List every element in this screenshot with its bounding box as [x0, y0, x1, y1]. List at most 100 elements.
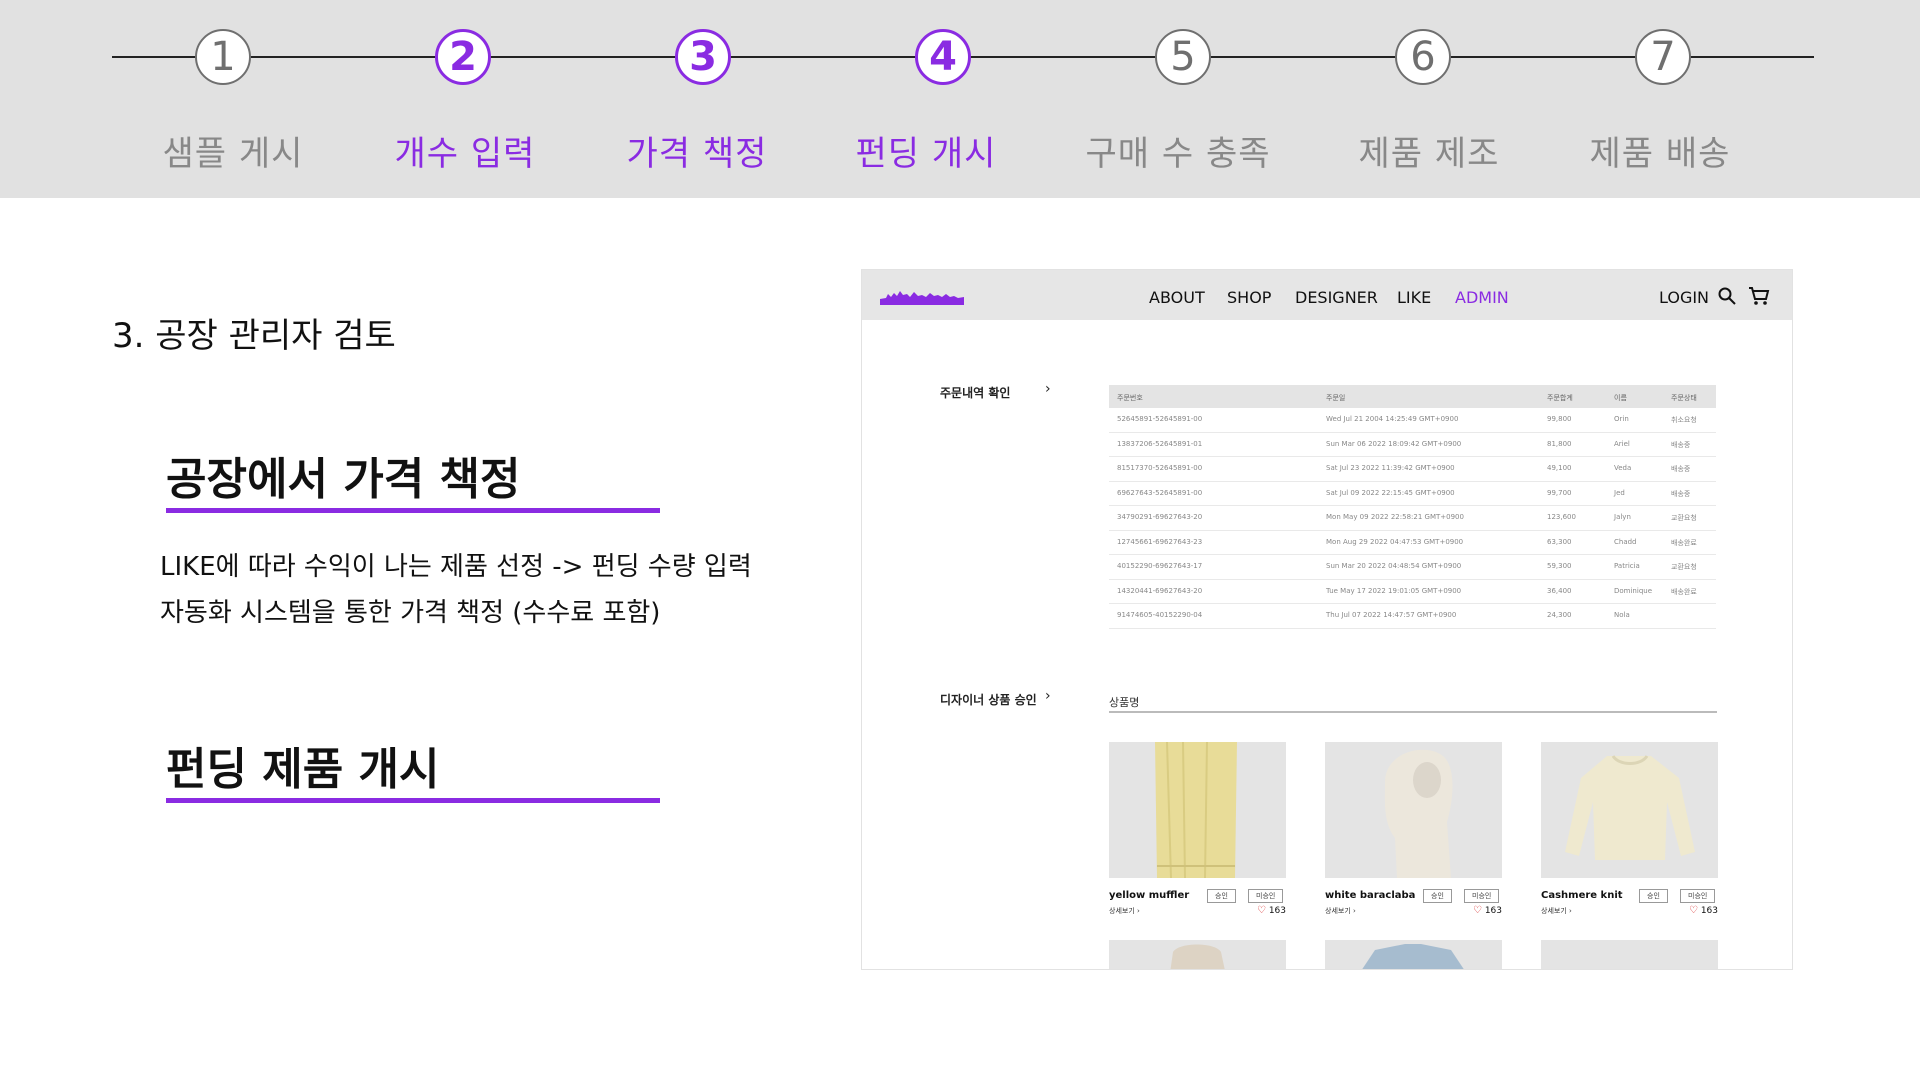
reject-button[interactable]: 미승인 — [1680, 889, 1716, 903]
orders-chevron-right-icon[interactable]: › — [1045, 381, 1051, 397]
order-total-cell: 123,600 — [1547, 513, 1576, 521]
step-3-label: 가격 책정 — [626, 134, 768, 174]
customer-name-cell: Patricia — [1614, 562, 1640, 570]
nav-shop[interactable]: SHOP — [1227, 288, 1271, 307]
table-row[interactable]: 12745661-69627643-23 Mon Aug 29 2022 04:4… — [1109, 531, 1716, 555]
customer-name-cell: Nola — [1614, 611, 1630, 619]
order-date-cell: Sun Mar 20 2022 04:48:54 GMT+0900 — [1326, 562, 1462, 570]
approve-button[interactable]: 승인 — [1639, 889, 1668, 903]
orders-section-label[interactable]: 주문내역 확인 — [940, 384, 1010, 401]
reject-button[interactable]: 미승인 — [1248, 889, 1284, 903]
orders-table: 주문번호 주문일 주문합계 이름 주문상태 52645891-52645891-… — [1109, 385, 1716, 629]
customer-name-cell: Jalyn — [1614, 513, 1631, 521]
product-card[interactable]: Cashmere knit 승인 미승인 상세보기 › ♡ 163 — [1541, 742, 1718, 916]
like-count-value: 163 — [1268, 906, 1286, 916]
product-card[interactable]: white baraclaba 승인 미승인 상세보기 › ♡ 163 — [1325, 742, 1502, 916]
order-status-cell: 교환요청 — [1671, 514, 1697, 522]
order-id-cell: 13837206-52645891-01 — [1117, 439, 1203, 448]
order-date-cell: Sat Jul 23 2022 11:39:42 GMT+0900 — [1326, 464, 1455, 472]
table-row[interactable]: 69627643-52645891-00 Sat Jul 09 2022 22:1… — [1109, 482, 1716, 506]
product-image-white-baraclaba[interactable] — [1325, 742, 1502, 878]
order-date-cell: Sat Jul 09 2022 22:15:45 GMT+0900 — [1326, 488, 1455, 497]
admin-page-mockup: ABOUT SHOP DESIGNER LIKE ADMIN LOGIN 주문내… — [861, 269, 1793, 970]
order-status-cell: 배송중 — [1671, 465, 1691, 473]
heart-icon[interactable]: ♡ — [1689, 905, 1698, 916]
order-id-cell: 12745661-69627643-23 — [1117, 537, 1203, 546]
step-6-circle: 6 — [1395, 29, 1451, 85]
details-link-label: 상세보기 — [1541, 907, 1567, 915]
step-5-circle: 5 — [1155, 29, 1211, 85]
product-image-partial[interactable] — [1109, 940, 1286, 969]
product-header-divider — [1109, 711, 1717, 713]
table-row[interactable]: 91474605-40152290-04 Thu Jul 07 2022 14:4… — [1109, 604, 1716, 629]
heart-icon[interactable]: ♡ — [1257, 905, 1266, 916]
like-count: ♡ 163 — [1689, 905, 1718, 916]
col-order-total: 주문합계 — [1547, 394, 1573, 402]
order-id-cell: 34790291-69627643-20 — [1117, 513, 1203, 521]
order-status-cell: 배송중 — [1671, 489, 1691, 498]
nav-login[interactable]: LOGIN — [1659, 288, 1709, 307]
table-row[interactable]: 14320441-69627643-20 Tue May 17 2022 19:0… — [1109, 580, 1716, 604]
order-total-cell: 63,300 — [1547, 537, 1572, 546]
col-customer-name: 이름 — [1614, 394, 1627, 402]
description-line-1: LIKE에 따라 수익이 나는 제품 선정 -> 펀딩 수량 입력 — [160, 552, 752, 582]
search-icon[interactable] — [1718, 287, 1736, 305]
table-row[interactable]: 13837206-52645891-01 Sun Mar 06 2022 18:0… — [1109, 433, 1716, 457]
product-image-cashmere-knit[interactable] — [1541, 742, 1718, 878]
product-name: white baraclaba — [1325, 890, 1416, 901]
table-row[interactable]: 40152290-69627643-17 Sun Mar 20 2022 04:4… — [1109, 555, 1716, 580]
heart-icon[interactable]: ♡ — [1473, 905, 1482, 916]
nav-admin[interactable]: ADMIN — [1455, 288, 1509, 307]
product-card[interactable]: yellow muffler 승인 미승인 상세보기 › ♡ 163 — [1109, 742, 1286, 916]
order-total-cell: 36,400 — [1547, 586, 1572, 595]
mockup-navbar: ABOUT SHOP DESIGNER LIKE ADMIN LOGIN — [862, 270, 1792, 320]
nav-about[interactable]: ABOUT — [1149, 288, 1205, 307]
nav-designer[interactable]: DESIGNER — [1295, 288, 1378, 307]
order-date-cell: Thu Jul 07 2022 14:47:57 GMT+0900 — [1326, 611, 1457, 619]
order-total-cell: 99,800 — [1547, 415, 1572, 423]
details-link[interactable]: 상세보기 › — [1541, 906, 1572, 916]
sweater-icon — [1565, 755, 1695, 860]
order-total-cell: 49,100 — [1547, 464, 1572, 472]
balaclava-icon — [1384, 749, 1453, 878]
details-link[interactable]: 상세보기 › — [1325, 906, 1356, 916]
scarf-icon — [1155, 742, 1237, 878]
cart-icon[interactable] — [1748, 286, 1770, 306]
order-status-cell: 교환요청 — [1671, 563, 1697, 571]
description-line-2: 자동화 시스템을 통한 가격 책정 (수수료 포함) — [160, 598, 661, 628]
product-image-partial[interactable] — [1325, 940, 1502, 969]
approval-chevron-right-icon[interactable]: › — [1045, 688, 1051, 704]
product-image-yellow-muffler[interactable] — [1109, 742, 1286, 878]
customer-name-cell: Veda — [1614, 464, 1632, 472]
customer-name-cell: Orin — [1614, 415, 1629, 423]
brand-logo-icon[interactable] — [880, 285, 964, 305]
table-row[interactable]: 81517370-52645891-00 Sat Jul 23 2022 11:3… — [1109, 457, 1716, 482]
details-link[interactable]: 상세보기 › — [1109, 906, 1140, 916]
table-row[interactable]: 34790291-69627643-20 Mon May 09 2022 22:5… — [1109, 506, 1716, 531]
blue-sweater-icon — [1362, 944, 1464, 969]
order-status-cell: 배송완료 — [1671, 587, 1697, 596]
approve-button[interactable]: 승인 — [1423, 889, 1452, 903]
order-total-cell: 81,800 — [1547, 439, 1572, 448]
col-order-date: 주문일 — [1326, 394, 1346, 402]
progress-steps-bar: 1 2 3 4 5 6 7 샘플 게시 개수 입력 가격 책정 펀딩 개시 구매… — [0, 0, 1920, 198]
approval-section-label[interactable]: 디자이너 상품 승인 — [940, 691, 1037, 708]
section-title: 3. 공장 관리자 검토 — [112, 316, 396, 356]
order-status-cell: 취소요청 — [1671, 416, 1697, 424]
order-date-cell: Mon May 09 2022 22:58:21 GMT+0900 — [1326, 513, 1464, 521]
order-id-cell: 14320441-69627643-20 — [1117, 586, 1203, 595]
table-row[interactable]: 52645891-52645891-00 Wed Jul 21 2004 14:2… — [1109, 408, 1716, 433]
step-5-label: 구매 수 충족 — [1085, 134, 1271, 174]
order-id-cell: 40152290-69627643-17 — [1117, 562, 1203, 570]
step-4-circle: 4 — [915, 29, 971, 85]
order-id-cell: 52645891-52645891-00 — [1117, 415, 1203, 423]
step-1-label: 샘플 게시 — [162, 134, 304, 174]
nav-like[interactable]: LIKE — [1397, 288, 1431, 307]
reject-button[interactable]: 미승인 — [1464, 889, 1500, 903]
order-date-cell: Tue May 17 2022 19:01:05 GMT+0900 — [1326, 586, 1462, 595]
col-order-status: 주문상태 — [1671, 394, 1697, 402]
product-name-column-label: 상품명 — [1109, 696, 1140, 709]
approve-button[interactable]: 승인 — [1207, 889, 1236, 903]
product-image-partial[interactable] — [1541, 940, 1718, 969]
step-7-circle: 7 — [1635, 29, 1691, 85]
